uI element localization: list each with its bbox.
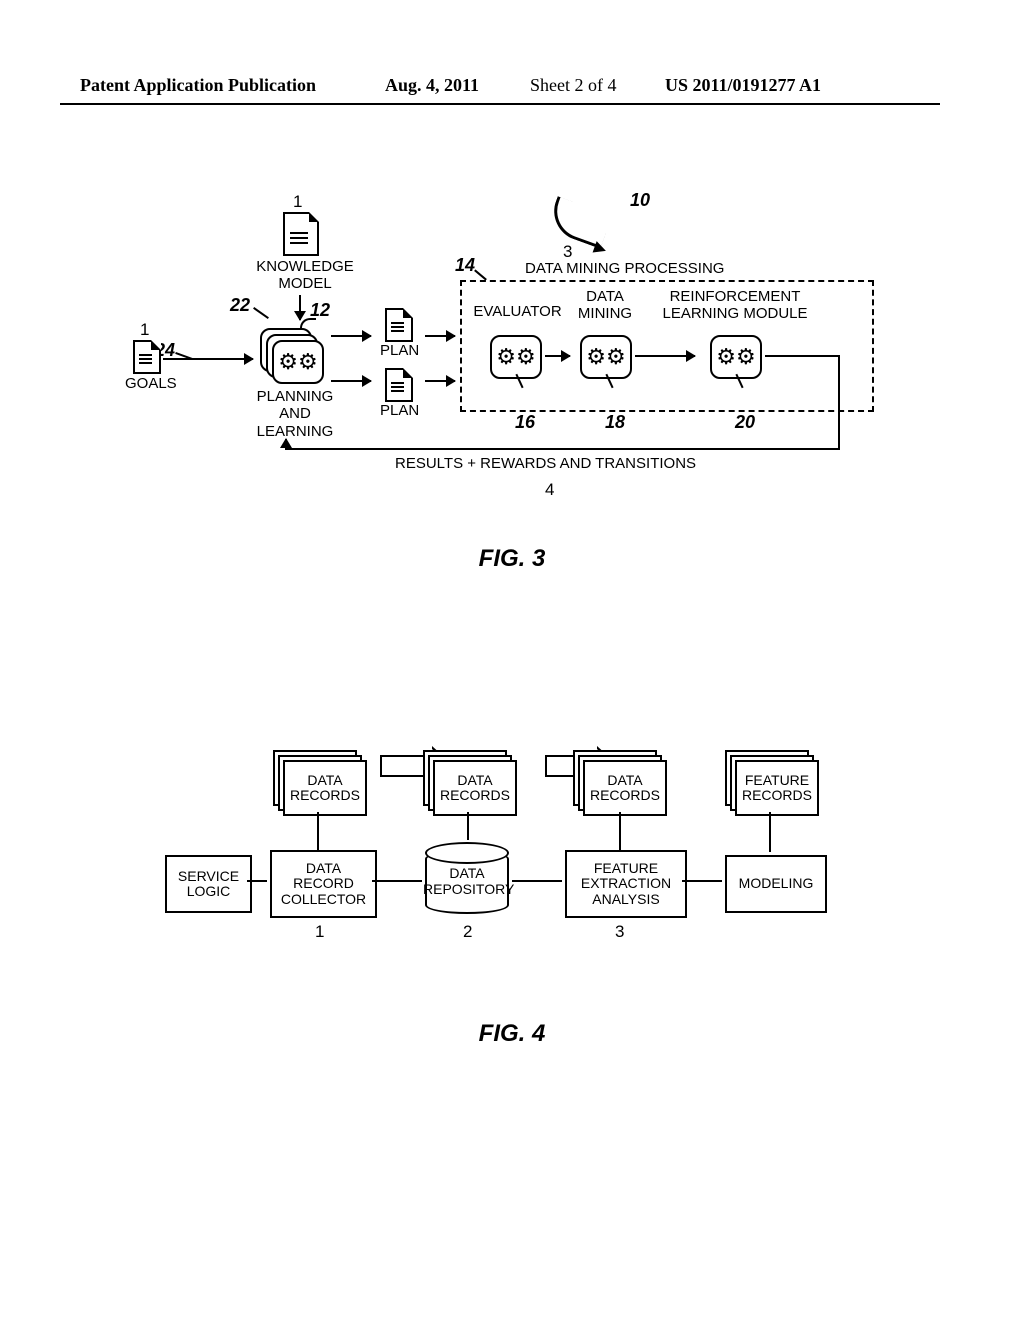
goals-label: GOALS	[125, 375, 177, 392]
connector-line	[372, 880, 422, 882]
data-repository-label: DATA REPOSITORY	[423, 865, 511, 897]
service-logic-box: SERVICE LOGIC	[165, 855, 252, 913]
ref-22: 22	[230, 295, 250, 316]
arrow-right-icon	[331, 335, 371, 337]
evaluator-label: EVALUATOR	[470, 303, 565, 320]
feature-records-box: FEATURE RECORDS	[735, 760, 819, 816]
connector-line	[512, 880, 562, 882]
header-pubno: US 2011/0191277 A1	[665, 75, 821, 96]
document-icon	[385, 308, 413, 342]
line	[467, 812, 469, 840]
line	[838, 355, 840, 450]
data-records-box: DATA RECORDS	[433, 760, 517, 816]
header-rule	[60, 103, 940, 105]
goals-num: 1	[140, 320, 149, 340]
arrow-right-icon	[545, 355, 570, 357]
connector-line	[247, 880, 267, 882]
plan2-label: PLAN	[380, 402, 419, 419]
line	[765, 355, 840, 357]
fig4-caption: FIG. 4	[0, 1020, 1024, 1048]
header-sheet: Sheet 2 of 4	[530, 75, 616, 96]
data-records-box: DATA RECORDS	[583, 760, 667, 816]
arrow-up-icon	[285, 439, 287, 449]
line	[619, 812, 621, 852]
line	[285, 448, 840, 450]
gears-icon: ⚙⚙	[490, 335, 542, 379]
planning-learning-label: PLANNING AND LEARNING	[245, 388, 345, 440]
connector-line	[682, 880, 722, 882]
reinforcement-label: REINFORCEMENT LEARNING MODULE	[655, 288, 815, 323]
dmp-label: DATA MINING PROCESSING	[525, 260, 724, 277]
document-icon	[283, 212, 319, 256]
planning-learning: ⚙⚙ ⚙⚙ ⚙⚙	[260, 328, 315, 376]
gears-icon: ⚙⚙	[580, 335, 632, 379]
document-icon	[133, 340, 161, 374]
results-num: 4	[545, 480, 554, 500]
plan1-label: PLAN	[380, 342, 419, 359]
n3: 3	[615, 922, 624, 942]
arrow-right-icon	[163, 358, 253, 360]
ref-10: 10	[630, 190, 650, 211]
modeling-box: MODELING	[725, 855, 827, 913]
results-label: RESULTS + REWARDS AND TRANSITIONS	[395, 455, 696, 472]
line	[769, 812, 771, 852]
line	[317, 812, 319, 852]
knowledge-model-label: KNOWLEDGE MODEL	[250, 258, 360, 293]
leader-line	[474, 269, 487, 280]
n1: 1	[315, 922, 324, 942]
km-num: 1	[293, 192, 302, 212]
data-records-box: DATA RECORDS	[283, 760, 367, 816]
arrow-right-icon	[425, 335, 455, 337]
figure-3: 10 1 KNOWLEDGE MODEL 22 12 1 24 GOALS ⚙⚙…	[95, 180, 885, 560]
feature-extraction-box: FEATURE EXTRACTION ANALYSIS	[565, 850, 687, 918]
header-left: Patent Application Publication	[80, 75, 316, 96]
ref-16: 16	[515, 412, 535, 433]
ref-20: 20	[735, 412, 755, 433]
ref-14: 14	[455, 255, 475, 276]
header-date: Aug. 4, 2011	[385, 75, 479, 96]
data-mining-label: DATA MINING	[570, 288, 640, 323]
arrow-right-icon	[425, 380, 455, 382]
arrow-right-icon	[635, 355, 695, 357]
figure-4: DATA RECORDS DATA RECORDS DATA RECORDS F…	[165, 750, 845, 1010]
n2: 2	[463, 922, 472, 942]
dmp-num: 3	[563, 242, 572, 262]
data-record-collector-box: DATA RECORD COLLECTOR	[270, 850, 377, 918]
leader-line	[253, 307, 269, 319]
ref-18: 18	[605, 412, 625, 433]
arrow-right-icon	[331, 380, 371, 382]
leader-arrow-icon	[546, 196, 612, 249]
fig3-caption: FIG. 3	[0, 545, 1024, 573]
document-icon	[385, 368, 413, 402]
gears-icon: ⚙⚙	[272, 340, 324, 384]
gears-icon: ⚙⚙	[710, 335, 762, 379]
arrow-down-icon	[299, 295, 301, 320]
